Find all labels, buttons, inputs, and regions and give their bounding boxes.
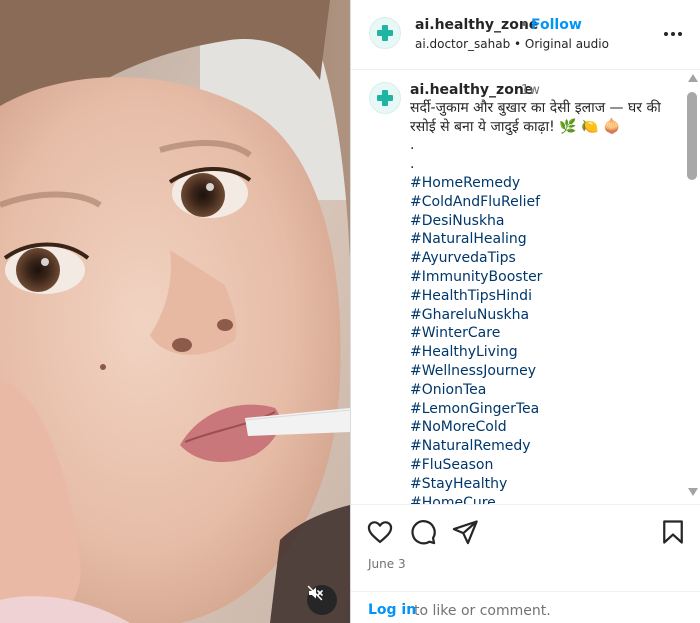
hashtag-link[interactable]: #AyurvedaTips <box>410 249 542 268</box>
hashtag-link[interactable]: #OnionTea <box>410 381 542 400</box>
hashtag-link[interactable]: #StayHealthy <box>410 475 542 494</box>
more-options-icon <box>664 32 682 36</box>
save-button[interactable] <box>659 518 687 546</box>
caption-dot: . <box>410 156 415 172</box>
child-photo <box>0 0 350 623</box>
scroll-up-arrow-icon[interactable] <box>688 74 698 82</box>
hashtag-list: #HomeRemedy #ColdAndFluRelief #DesiNuskh… <box>410 174 542 504</box>
caption-text: सर्दी-जुकाम और बुखार का देसी इलाज — घर क… <box>410 100 661 135</box>
separator-dot: • <box>520 17 529 33</box>
login-link[interactable]: Log in <box>368 602 416 618</box>
bookmark-icon <box>663 520 683 544</box>
post-actions: June 3 Log in to like or comment. <box>351 504 700 623</box>
comment-button[interactable] <box>409 518 437 546</box>
instagram-post-view: ai.healthy_zone • Follow ai.doctor_sahab… <box>0 0 700 623</box>
speaker-muted-icon <box>307 585 323 601</box>
scrollbar-thumb[interactable] <box>687 92 697 180</box>
caption-dot: . <box>410 137 415 153</box>
mute-toggle-button[interactable] <box>307 585 337 615</box>
caption-username[interactable]: ai.healthy_zone <box>410 82 533 98</box>
follow-button[interactable]: Follow <box>531 17 582 33</box>
hashtag-link[interactable]: #ColdAndFluRelief <box>410 193 542 212</box>
more-options-button[interactable] <box>661 24 685 44</box>
medical-cross-icon <box>377 90 393 106</box>
hashtag-link[interactable]: #HealthyLiving <box>410 343 542 362</box>
hashtag-link[interactable]: #DesiNuskha <box>410 212 542 231</box>
hashtag-link[interactable]: #NaturalRemedy <box>410 437 542 456</box>
post-header: ai.healthy_zone • Follow ai.doctor_sahab… <box>351 0 700 70</box>
hashtag-link[interactable]: #HomeCure <box>410 494 542 504</box>
hashtag-link[interactable]: #HealthTipsHindi <box>410 287 542 306</box>
caption-author-avatar[interactable] <box>369 82 401 114</box>
post-date[interactable]: June 3 <box>368 557 406 571</box>
caption-timestamp[interactable]: 1w <box>521 83 540 98</box>
hashtag-link[interactable]: #HomeRemedy <box>410 174 542 193</box>
caption-scrollbar[interactable] <box>685 70 700 504</box>
caption-area[interactable]: ai.healthy_zone 1w सर्दी-जुकाम और बुखार … <box>351 70 700 504</box>
hashtag-link[interactable]: #LemonGingerTea <box>410 400 542 419</box>
hashtag-link[interactable]: #ImmunityBooster <box>410 268 542 287</box>
scroll-down-arrow-icon[interactable] <box>688 488 698 496</box>
caption-spacer-dots: . . <box>410 136 414 174</box>
login-prompt: Log in to like or comment. <box>351 591 700 623</box>
login-prompt-text: to like or comment. <box>414 603 551 619</box>
post-media[interactable] <box>0 0 350 623</box>
share-icon <box>452 520 478 545</box>
like-button[interactable] <box>366 518 394 546</box>
heart-icon <box>367 521 393 544</box>
audio-attribution[interactable]: ai.doctor_sahab • Original audio <box>415 37 609 51</box>
hashtag-link[interactable]: #GhareluNuskha <box>410 306 542 325</box>
post-side-panel: ai.healthy_zone • Follow ai.doctor_sahab… <box>350 0 700 623</box>
medical-cross-icon <box>377 25 393 41</box>
hashtag-link[interactable]: #NoMoreCold <box>410 418 542 437</box>
comment-icon <box>411 520 436 545</box>
hashtag-link[interactable]: #FluSeason <box>410 456 542 475</box>
hashtag-link[interactable]: #WinterCare <box>410 324 542 343</box>
author-avatar[interactable] <box>369 17 401 49</box>
hashtag-link[interactable]: #WellnessJourney <box>410 362 542 381</box>
share-button[interactable] <box>451 518 479 546</box>
hashtag-link[interactable]: #NaturalHealing <box>410 230 542 249</box>
